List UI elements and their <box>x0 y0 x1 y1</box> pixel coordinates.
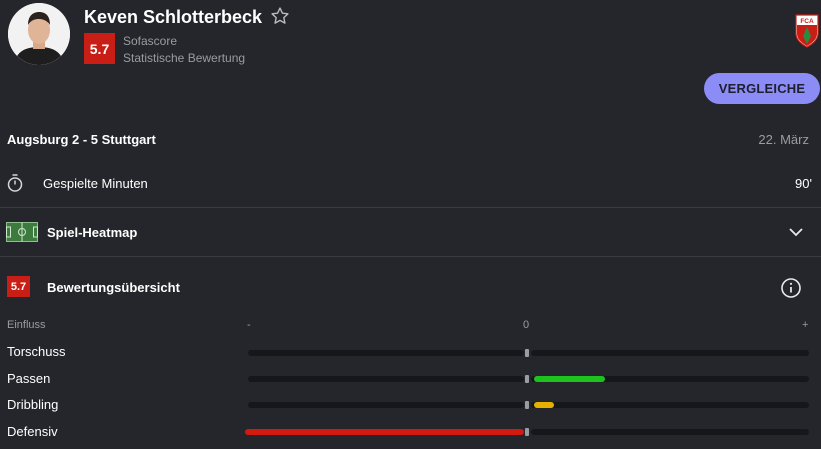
divider <box>0 207 821 208</box>
stat-fill <box>534 402 554 408</box>
compare-button[interactable]: VERGLEICHE <box>704 73 820 104</box>
track-negative <box>248 376 524 382</box>
club-logo[interactable]: FCA <box>795 14 819 48</box>
track-negative <box>248 350 524 356</box>
source-name: Sofascore <box>123 34 178 48</box>
heatmap-row[interactable]: Spiel-Heatmap <box>0 210 821 254</box>
pitch-icon <box>6 222 38 247</box>
stopwatch-icon <box>6 173 24 198</box>
chevron-down-icon[interactable] <box>788 225 804 243</box>
track-negative <box>248 402 524 408</box>
center-marker <box>525 428 529 436</box>
center-marker <box>525 401 529 409</box>
match-date: 22. März <box>758 132 809 147</box>
player-rating-badge: 5.7 <box>84 33 115 64</box>
track-positive <box>531 402 809 408</box>
track-positive <box>531 429 809 435</box>
info-icon[interactable] <box>780 277 802 304</box>
club-logo-text: FCA <box>800 18 814 25</box>
minutes-label: Gespielte Minuten <box>43 176 148 191</box>
axis-zero-label: 0 <box>523 319 530 331</box>
stat-fill <box>534 376 605 382</box>
center-marker <box>525 375 529 383</box>
stat-label: Torschuss <box>7 344 66 359</box>
axis-plus-label: + <box>802 319 809 331</box>
stat-fill <box>245 429 524 435</box>
favorite-star-icon[interactable] <box>270 6 290 26</box>
center-marker <box>525 349 529 357</box>
axis-minus-label: - <box>247 319 251 331</box>
overview-rating-badge: 5.7 <box>7 276 30 297</box>
match-title[interactable]: Augsburg 2 - 5 Stuttgart <box>7 132 156 147</box>
stat-label: Passen <box>7 371 51 386</box>
rating-source: Sofascore Statistische Bewertung <box>123 33 245 67</box>
player-name: Keven Schlotterbeck <box>84 7 263 27</box>
influence-header: Einfluss <box>7 319 46 331</box>
stat-label: Defensiv <box>7 424 58 439</box>
rating-overview-title: Bewertungsübersicht <box>47 280 180 295</box>
minutes-value: 90' <box>795 176 812 191</box>
player-avatar <box>8 3 70 65</box>
divider <box>0 256 821 257</box>
rating-type: Statistische Bewertung <box>123 51 246 65</box>
heatmap-label: Spiel-Heatmap <box>47 225 138 240</box>
track-positive <box>531 350 809 356</box>
stat-label: Dribbling <box>7 397 59 412</box>
